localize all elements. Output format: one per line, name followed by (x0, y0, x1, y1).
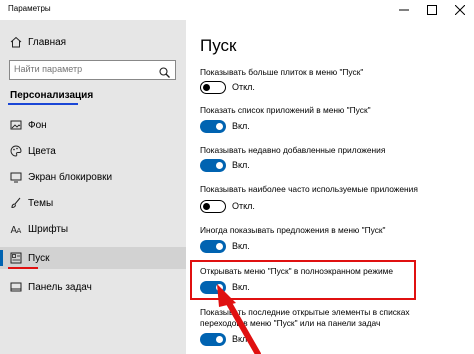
sidebar-item-label: Цвета (28, 145, 56, 157)
selection-indicator (0, 250, 3, 266)
sidebar-item-label: Панель задач (28, 281, 92, 293)
sidebar-item-start[interactable]: Пуск (0, 247, 186, 269)
minimize-button[interactable] (390, 0, 418, 20)
annotation-underline-blue (8, 103, 78, 105)
main-panel: Пуск Показывать больше плиток в меню "Пу… (186, 20, 474, 354)
toggle-more-tiles[interactable] (200, 81, 226, 94)
sidebar-item-themes[interactable]: Темы (0, 192, 186, 214)
maximize-icon (427, 5, 437, 15)
toggle-knob (203, 84, 210, 91)
maximize-button[interactable] (418, 0, 446, 20)
home-icon (10, 36, 22, 48)
close-icon (455, 5, 465, 15)
taskbar-icon (10, 281, 22, 293)
lock-screen-icon (10, 171, 22, 183)
sidebar-item-label: Шрифты (28, 223, 69, 235)
image-icon (10, 119, 22, 131)
setting-label: Показывать недавно добавленные приложени… (200, 145, 386, 155)
annotation-highlight-box (190, 260, 416, 300)
sidebar-item-label: Фон (28, 119, 47, 131)
setting-label: переходов в меню "Пуск" или на панели за… (200, 318, 381, 328)
section-heading: Персонализация (10, 90, 94, 101)
svg-text:A: A (17, 227, 22, 235)
window-title: Параметры (8, 4, 51, 13)
toggle-state: Откл. (232, 201, 255, 211)
minimize-icon (399, 5, 409, 15)
sidebar-item-label: Экран блокировки (28, 171, 113, 183)
toggle-knob (216, 162, 223, 169)
toggle-recent-items[interactable] (200, 333, 226, 346)
setting-label: Показывать больше плиток в меню "Пуск" (200, 67, 364, 77)
font-icon: AA (10, 223, 22, 235)
sidebar-item-fonts[interactable]: AA Шрифты (0, 218, 186, 240)
setting-label: Иногда показывать предложения в меню "Пу… (200, 225, 386, 235)
sidebar: Главная Персонализация Фон Цвета Экран б… (0, 20, 186, 354)
sidebar-item-lock-screen[interactable]: Экран блокировки (0, 166, 186, 188)
start-icon (10, 252, 22, 264)
toggle-state: Откл. (232, 82, 255, 92)
sidebar-item-colors[interactable]: Цвета (0, 140, 186, 162)
sidebar-item-label: Главная (28, 36, 67, 48)
search-input[interactable] (14, 64, 154, 74)
setting-label: Показать список приложений в меню "Пуск" (200, 105, 371, 115)
title-bar: Параметры (0, 0, 474, 20)
toggle-most-used[interactable] (200, 200, 226, 213)
setting-label: Показывать последние открытые элементы в… (200, 307, 410, 317)
toggle-state: Вкл. (232, 160, 250, 170)
palette-icon (10, 145, 22, 157)
sidebar-item-home[interactable]: Главная (0, 31, 186, 53)
toggle-knob (216, 123, 223, 130)
close-button[interactable] (446, 0, 474, 20)
sidebar-item-taskbar[interactable]: Панель задач (0, 276, 186, 298)
toggle-suggestions[interactable] (200, 240, 226, 253)
toggle-knob (216, 336, 223, 343)
annotation-underline-red (8, 267, 38, 269)
toggle-knob (203, 203, 210, 210)
toggle-recently-added[interactable] (200, 159, 226, 172)
setting-label: Показывать наиболее часто используемые п… (200, 184, 418, 194)
sidebar-item-label: Пуск (28, 252, 50, 264)
toggle-knob (216, 243, 223, 250)
sidebar-item-background[interactable]: Фон (0, 114, 186, 136)
page-title: Пуск (200, 36, 237, 55)
search-field[interactable] (9, 60, 176, 80)
sidebar-item-label: Темы (28, 197, 54, 209)
toggle-state: Вкл. (232, 121, 250, 131)
toggle-state: Вкл. (232, 241, 250, 251)
toggle-app-list[interactable] (200, 120, 226, 133)
search-icon (159, 65, 170, 83)
toggle-state: Вкл. (232, 334, 250, 344)
brush-icon (10, 197, 22, 209)
